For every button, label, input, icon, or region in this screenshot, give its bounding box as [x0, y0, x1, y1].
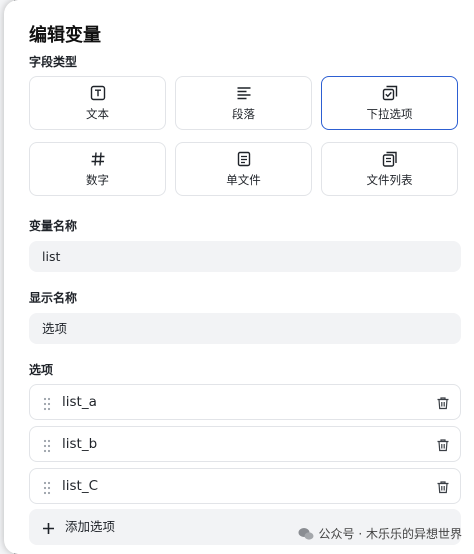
- trash-icon[interactable]: [436, 395, 450, 414]
- options-label: 选项: [29, 363, 54, 377]
- option-row[interactable]: list_a: [29, 384, 461, 420]
- option-value[interactable]: list_b: [62, 427, 97, 461]
- trash-icon[interactable]: [436, 437, 450, 456]
- display-name-label: 显示名称: [29, 291, 78, 305]
- hash-icon: [90, 151, 106, 172]
- display-name-input[interactable]: 选项: [29, 313, 461, 344]
- field-type-label: 字段类型: [29, 55, 78, 69]
- watermark: 公众号 · 木乐乐的异想世界: [298, 525, 462, 542]
- option-value[interactable]: list_a: [62, 385, 97, 419]
- field-type-label-text: 文本: [86, 106, 109, 121]
- field-type-number-button[interactable]: 数字: [29, 142, 166, 196]
- watermark-text: 公众号 · 木乐乐的异想世界: [318, 527, 462, 541]
- file-icon: [236, 151, 252, 172]
- wechat-icon: [298, 527, 314, 540]
- edit-variable-dialog: 编辑变量 字段类型 文本 段落 下拉选项 数字 单文件 文件列表 变量名称 li…: [4, 0, 474, 554]
- variable-name-input[interactable]: list: [29, 241, 461, 272]
- drag-handle-icon[interactable]: [43, 480, 51, 499]
- option-row[interactable]: list_b: [29, 426, 461, 462]
- plus-icon: [42, 520, 55, 539]
- add-option-label: 添加选项: [65, 519, 116, 534]
- option-row[interactable]: list_C: [29, 468, 461, 504]
- dropdown-check-icon: [382, 85, 398, 106]
- field-type-dropdown-button[interactable]: 下拉选项: [321, 76, 458, 130]
- field-type-label-file-list: 文件列表: [366, 172, 413, 187]
- paragraph-icon: [236, 85, 252, 106]
- file-list-icon: [382, 151, 398, 172]
- drag-handle-icon[interactable]: [43, 438, 51, 457]
- trash-icon[interactable]: [436, 479, 450, 498]
- dialog-title: 编辑变量: [29, 25, 101, 46]
- field-type-label-number: 数字: [86, 172, 109, 187]
- field-type-single-file-button[interactable]: 单文件: [175, 142, 312, 196]
- drag-handle-icon[interactable]: [43, 396, 51, 415]
- text-box-icon: [90, 85, 106, 106]
- field-type-label-paragraph: 段落: [232, 106, 255, 121]
- option-value[interactable]: list_C: [62, 469, 98, 503]
- field-type-label-single-file: 单文件: [226, 172, 261, 187]
- variable-name-label: 变量名称: [29, 219, 78, 233]
- field-type-label-dropdown: 下拉选项: [366, 106, 413, 121]
- field-type-paragraph-button[interactable]: 段落: [175, 76, 312, 130]
- field-type-text-button[interactable]: 文本: [29, 76, 166, 130]
- field-type-file-list-button[interactable]: 文件列表: [321, 142, 458, 196]
